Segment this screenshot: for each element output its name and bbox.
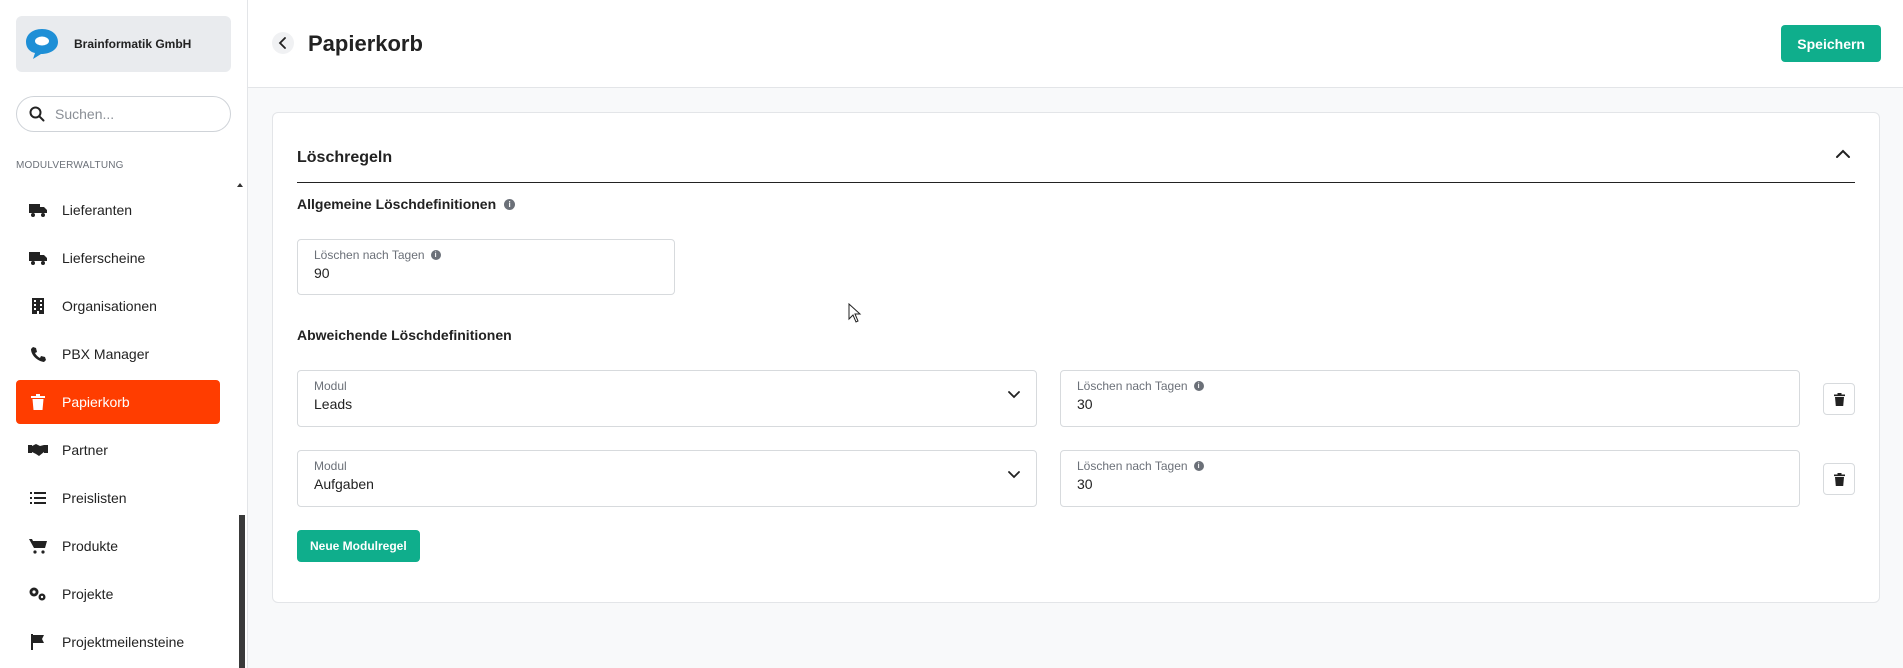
list-icon [28, 488, 48, 508]
general-days-field[interactable]: Löschen nach Tagen i 90 [297, 239, 675, 295]
sidebar-item-label: Produkte [62, 538, 119, 554]
cart-icon [28, 536, 48, 556]
page-header: Papierkorb Speichern [248, 0, 1903, 88]
module-select[interactable]: Modul Leads [297, 370, 1037, 427]
field-label-text: Löschen nach Tagen [1077, 379, 1188, 393]
card-header[interactable]: Löschregeln [297, 135, 1855, 183]
days-field[interactable]: Löschen nach Tagen i 30 [1060, 450, 1800, 507]
info-icon[interactable]: i [430, 250, 441, 260]
handshake-icon [28, 440, 48, 460]
sidebar-item-label: PBX Manager [62, 346, 150, 362]
trash-icon [28, 392, 48, 412]
building-icon [28, 296, 48, 316]
sidebar-scrollbar[interactable] [239, 515, 245, 668]
sidebar-item-label: Lieferanten [62, 202, 133, 218]
sidebar-item-label: Projektmeilensteine [62, 634, 185, 650]
flag-icon [28, 632, 48, 652]
field-label: Löschen nach Tagen i [314, 248, 441, 262]
company-logo [26, 29, 58, 59]
company-switcher[interactable]: Brainformatik GmbH [16, 16, 231, 72]
save-button[interactable]: Speichern [1781, 25, 1881, 62]
truck-icon [28, 248, 48, 268]
general-days-value[interactable]: 90 [314, 265, 330, 281]
sidebar-item-pbx-manager[interactable]: PBX Manager [16, 332, 220, 376]
sidebar-item-label: Papierkorb [62, 394, 130, 410]
chevron-up-icon[interactable] [1835, 149, 1851, 159]
company-name: Brainformatik GmbH [74, 37, 192, 51]
search-box[interactable] [16, 96, 231, 132]
scroll-up-arrow[interactable] [237, 183, 243, 187]
search-input[interactable] [55, 106, 215, 122]
phone-icon [28, 344, 48, 364]
field-label: Löschen nach Tagen i [1077, 459, 1204, 473]
sidebar-item-produkte[interactable]: Produkte [16, 524, 220, 568]
field-label: Löschen nach Tagen i [1077, 379, 1204, 393]
field-label: Modul [314, 379, 347, 393]
truck-icon [28, 200, 48, 220]
days-value[interactable]: 30 [1077, 396, 1093, 412]
info-icon[interactable]: i [504, 198, 516, 210]
module-nav: Lieferanten Lieferscheine Organisationen… [16, 188, 220, 668]
sidebar-item-organisationen[interactable]: Organisationen [16, 284, 220, 328]
sidebar-item-projektmeilensteine[interactable]: Projektmeilensteine [16, 620, 220, 664]
sidebar-item-label: Lieferscheine [62, 250, 146, 266]
chevron-left-icon [278, 37, 286, 49]
field-label-text: Löschen nach Tagen [1077, 459, 1188, 473]
module-value: Leads [314, 396, 353, 412]
sidebar-item-lieferanten[interactable]: Lieferanten [16, 188, 220, 232]
delete-rule-button[interactable] [1823, 463, 1855, 495]
search-icon [29, 106, 45, 122]
override-definitions-label: Abweichende Löschdefinitionen [297, 327, 512, 343]
add-module-rule-button[interactable]: Neue Modulregel [297, 530, 420, 562]
chevron-down-icon[interactable] [1008, 391, 1020, 399]
days-field[interactable]: Löschen nach Tagen i 30 [1060, 370, 1800, 427]
card-title: Löschregeln [297, 149, 393, 166]
page-title: Papierkorb [308, 31, 423, 56]
sidebar-item-label: Preislisten [62, 490, 127, 506]
section-label: MODULVERWALTUNG [16, 160, 124, 171]
info-icon[interactable]: i [1193, 381, 1204, 391]
mouse-cursor-icon [848, 303, 862, 323]
sidebar-item-label: Projekte [62, 586, 114, 602]
gears-icon [28, 584, 48, 604]
delete-rule-button[interactable] [1823, 383, 1855, 415]
trash-icon [1833, 392, 1845, 406]
chevron-down-icon[interactable] [1008, 471, 1020, 479]
sidebar-item-partner[interactable]: Partner [16, 428, 220, 472]
info-icon[interactable]: i [1193, 461, 1204, 471]
sidebar-item-label: Organisationen [62, 298, 157, 314]
sidebar-item-label: Partner [62, 442, 108, 458]
general-definitions-heading: Allgemeine Löschdefinitionen i [297, 196, 516, 212]
sidebar-item-papierkorb[interactable]: Papierkorb [16, 380, 220, 424]
trash-icon [1833, 472, 1845, 486]
general-definitions-label: Allgemeine Löschdefinitionen [297, 196, 497, 212]
sidebar-item-preislisten[interactable]: Preislisten [16, 476, 220, 520]
sidebar-item-projekte[interactable]: Projekte [16, 572, 220, 616]
back-button[interactable] [272, 32, 294, 54]
module-select[interactable]: Modul Aufgaben [297, 450, 1037, 507]
field-label-text: Löschen nach Tagen [314, 248, 425, 262]
days-value[interactable]: 30 [1077, 476, 1093, 492]
deletion-rules-card: Löschregeln Allgemeine Löschdefinitionen… [272, 112, 1880, 603]
sidebar: Brainformatik GmbH MODULVERWALTUNG Liefe… [0, 0, 248, 668]
field-label: Modul [314, 459, 347, 473]
override-definitions-heading: Abweichende Löschdefinitionen [297, 327, 512, 343]
sidebar-item-lieferscheine[interactable]: Lieferscheine [16, 236, 220, 280]
module-value: Aufgaben [314, 476, 374, 492]
